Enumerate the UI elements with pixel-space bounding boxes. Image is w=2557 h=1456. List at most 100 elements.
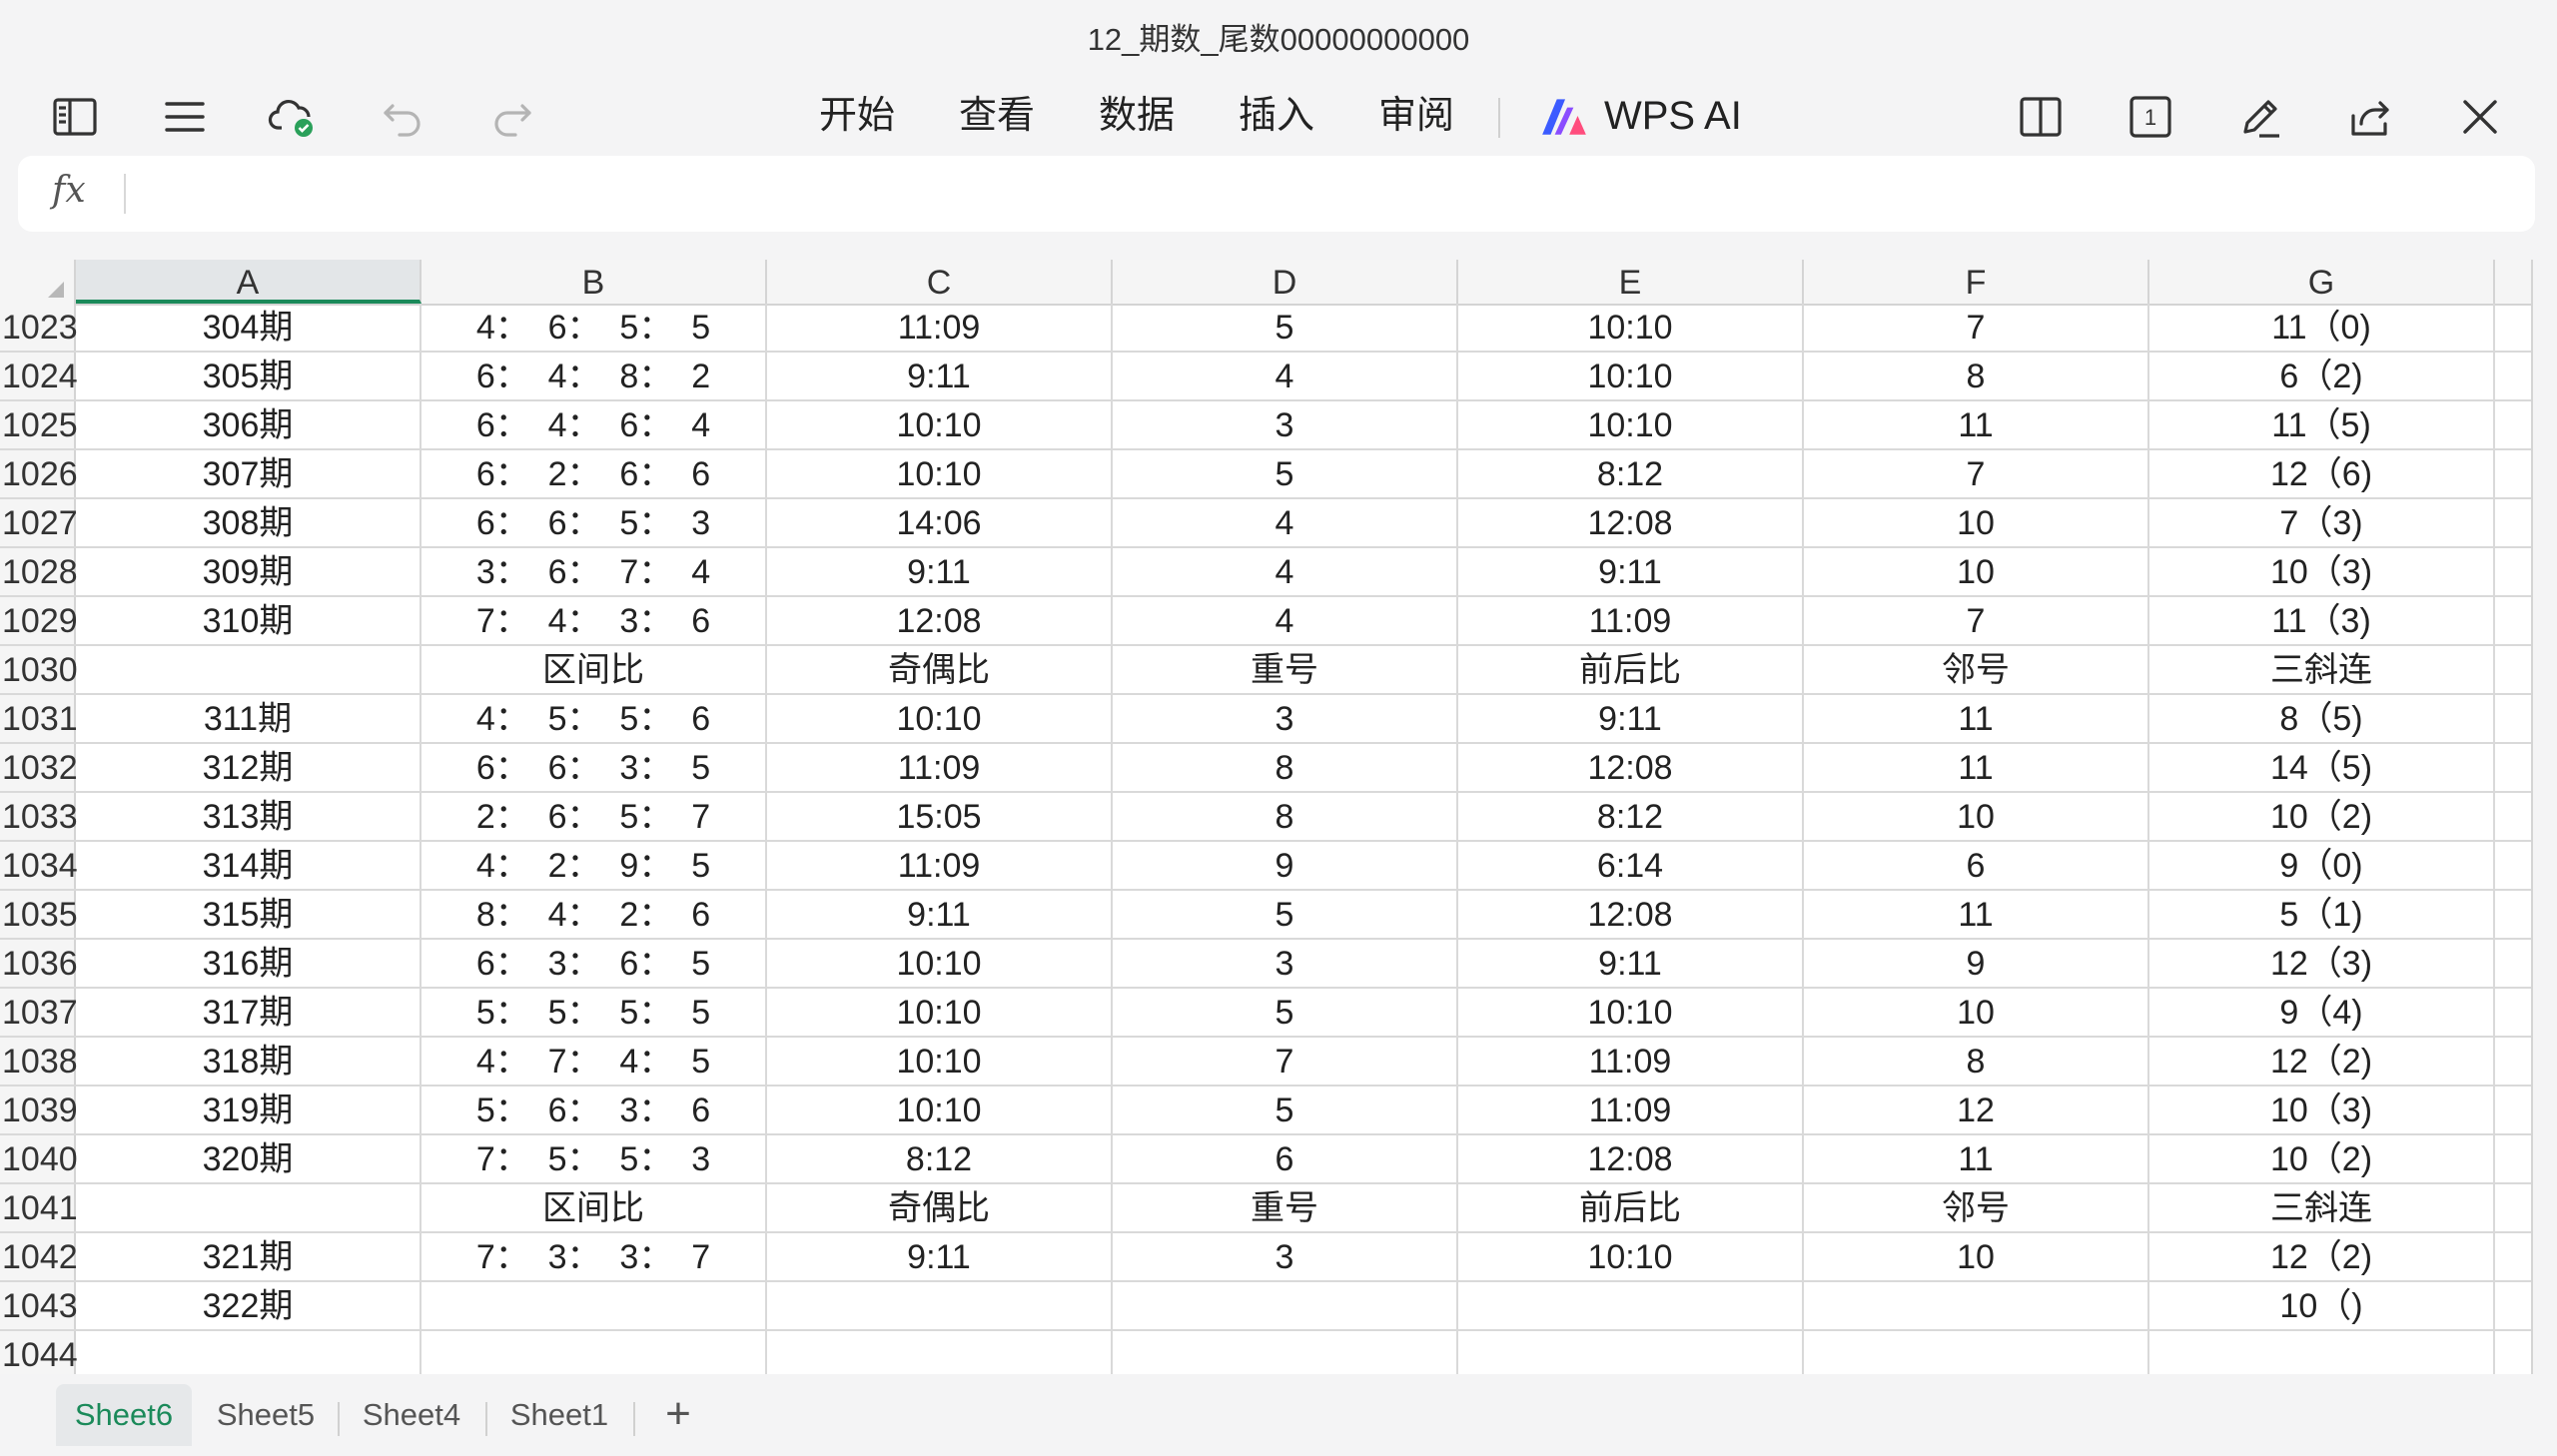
cell-c[interactable]: 奇偶比 bbox=[767, 646, 1113, 693]
share-icon[interactable] bbox=[2343, 90, 2397, 144]
cell-c[interactable]: 11:09 bbox=[767, 744, 1113, 791]
cell-a[interactable]: 304期 bbox=[76, 304, 422, 351]
cell-b[interactable] bbox=[422, 1282, 767, 1329]
cell-e[interactable]: 6:14 bbox=[1458, 842, 1804, 889]
cell-f[interactable]: 10 bbox=[1804, 1233, 2149, 1280]
row-number[interactable]: 1034 bbox=[0, 842, 78, 889]
row-number[interactable]: 1029 bbox=[0, 597, 78, 644]
cell-e[interactable]: 前后比 bbox=[1458, 1184, 1804, 1231]
cell-e[interactable]: 12:08 bbox=[1458, 891, 1804, 938]
cell-d[interactable]: 6 bbox=[1113, 1135, 1458, 1182]
cell-c[interactable]: 10:10 bbox=[767, 1087, 1113, 1133]
cell-b[interactable]: 5： 6： 3： 6 bbox=[422, 1087, 767, 1133]
column-header-b[interactable]: B bbox=[422, 260, 767, 304]
cell-b[interactable] bbox=[422, 1331, 767, 1374]
sheet-tab-sheet5[interactable]: Sheet5 bbox=[204, 1384, 328, 1446]
cell-c[interactable]: 10:10 bbox=[767, 401, 1113, 448]
cell-d[interactable]: 4 bbox=[1113, 499, 1458, 546]
cell-f[interactable]: 7 bbox=[1804, 450, 2149, 497]
cell-f[interactable]: 7 bbox=[1804, 597, 2149, 644]
cell-c[interactable]: 12:08 bbox=[767, 597, 1113, 644]
row-number[interactable]: 1036 bbox=[0, 940, 78, 987]
cell-a[interactable]: 322期 bbox=[76, 1282, 422, 1329]
cell-b[interactable]: 4： 7： 4： 5 bbox=[422, 1038, 767, 1085]
cell-e[interactable]: 10:10 bbox=[1458, 1233, 1804, 1280]
cell-g[interactable]: 5（1) bbox=[2149, 891, 2495, 938]
menu-data[interactable]: 数据 bbox=[1099, 88, 1175, 144]
cell-e[interactable]: 11:09 bbox=[1458, 1038, 1804, 1085]
cell-d[interactable]: 7 bbox=[1113, 1038, 1458, 1085]
cell-c[interactable]: 10:10 bbox=[767, 450, 1113, 497]
cell-a[interactable]: 320期 bbox=[76, 1135, 422, 1182]
cell-d[interactable]: 8 bbox=[1113, 744, 1458, 791]
cell-e[interactable]: 8:12 bbox=[1458, 450, 1804, 497]
undo-icon[interactable] bbox=[376, 90, 429, 144]
cell-e[interactable]: 8:12 bbox=[1458, 793, 1804, 840]
cell-c[interactable]: 8:12 bbox=[767, 1135, 1113, 1182]
cell-a[interactable]: 314期 bbox=[76, 842, 422, 889]
cell-b[interactable]: 6： 3： 6： 5 bbox=[422, 940, 767, 987]
cell-a[interactable]: 306期 bbox=[76, 401, 422, 448]
column-header-c[interactable]: C bbox=[767, 260, 1113, 304]
cell-a[interactable]: 318期 bbox=[76, 1038, 422, 1085]
cell-c[interactable]: 10:10 bbox=[767, 1038, 1113, 1085]
cell-b[interactable]: 6： 4： 8： 2 bbox=[422, 353, 767, 399]
sheet-tab-sheet6[interactable]: Sheet6 bbox=[56, 1384, 192, 1446]
cell-f[interactable]: 7 bbox=[1804, 304, 2149, 351]
cell-c[interactable] bbox=[767, 1282, 1113, 1329]
cell-d[interactable]: 4 bbox=[1113, 353, 1458, 399]
cell-a[interactable]: 309期 bbox=[76, 548, 422, 595]
cell-d[interactable]: 3 bbox=[1113, 401, 1458, 448]
cell-g[interactable]: 11（0) bbox=[2149, 304, 2495, 351]
cell-g[interactable]: 三斜连 bbox=[2149, 1184, 2495, 1231]
cell-b[interactable]: 区间比 bbox=[422, 1184, 767, 1231]
split-view-icon[interactable] bbox=[2014, 90, 2068, 144]
cell-f[interactable]: 12 bbox=[1804, 1087, 2149, 1133]
row-number[interactable]: 1025 bbox=[0, 401, 78, 448]
cell-g[interactable]: 12（3) bbox=[2149, 940, 2495, 987]
menu-start[interactable]: 开始 bbox=[819, 88, 895, 144]
cell-f[interactable]: 10 bbox=[1804, 989, 2149, 1036]
cell-c[interactable] bbox=[767, 1331, 1113, 1374]
sheet-tab-sheet4[interactable]: Sheet4 bbox=[350, 1384, 473, 1446]
column-header-f[interactable]: F bbox=[1804, 260, 2149, 304]
cell-g[interactable]: 12（2) bbox=[2149, 1233, 2495, 1280]
cell-g[interactable]: 8（5) bbox=[2149, 695, 2495, 742]
cell-a[interactable]: 317期 bbox=[76, 989, 422, 1036]
row-number[interactable]: 1038 bbox=[0, 1038, 78, 1085]
close-icon[interactable] bbox=[2453, 90, 2507, 144]
cell-b[interactable]: 3： 6： 7： 4 bbox=[422, 548, 767, 595]
cell-g[interactable]: 10（2) bbox=[2149, 1135, 2495, 1182]
cell-d[interactable]: 5 bbox=[1113, 989, 1458, 1036]
cell-a[interactable]: 311期 bbox=[76, 695, 422, 742]
row-number[interactable]: 1040 bbox=[0, 1135, 78, 1182]
row-number[interactable]: 1042 bbox=[0, 1233, 78, 1280]
edit-pen-icon[interactable] bbox=[2233, 90, 2287, 144]
cloud-sync-icon[interactable] bbox=[266, 90, 320, 144]
cell-g[interactable]: 9（0) bbox=[2149, 842, 2495, 889]
cell-g[interactable]: 10（3) bbox=[2149, 548, 2495, 595]
cell-e[interactable]: 9:11 bbox=[1458, 695, 1804, 742]
row-number[interactable]: 1023 bbox=[0, 304, 78, 351]
cell-a[interactable]: 316期 bbox=[76, 940, 422, 987]
cell-e[interactable]: 12:08 bbox=[1458, 744, 1804, 791]
cell-f[interactable]: 10 bbox=[1804, 793, 2149, 840]
cell-g[interactable] bbox=[2149, 1331, 2495, 1374]
cell-d[interactable] bbox=[1113, 1282, 1458, 1329]
cell-b[interactable]: 5： 5： 5： 5 bbox=[422, 989, 767, 1036]
cell-f[interactable]: 11 bbox=[1804, 401, 2149, 448]
cell-a[interactable]: 312期 bbox=[76, 744, 422, 791]
cell-b[interactable]: 2： 6： 5： 7 bbox=[422, 793, 767, 840]
row-number[interactable]: 1030 bbox=[0, 646, 78, 693]
cell-e[interactable]: 前后比 bbox=[1458, 646, 1804, 693]
cell-g[interactable]: 三斜连 bbox=[2149, 646, 2495, 693]
cell-a[interactable]: 307期 bbox=[76, 450, 422, 497]
cell-g[interactable]: 11（3) bbox=[2149, 597, 2495, 644]
cell-a[interactable] bbox=[76, 646, 422, 693]
cell-g[interactable]: 11（5) bbox=[2149, 401, 2495, 448]
cell-a[interactable] bbox=[76, 1184, 422, 1231]
row-number[interactable]: 1031 bbox=[0, 695, 78, 742]
cell-a[interactable]: 308期 bbox=[76, 499, 422, 546]
cell-e[interactable] bbox=[1458, 1282, 1804, 1329]
cell-c[interactable]: 9:11 bbox=[767, 1233, 1113, 1280]
